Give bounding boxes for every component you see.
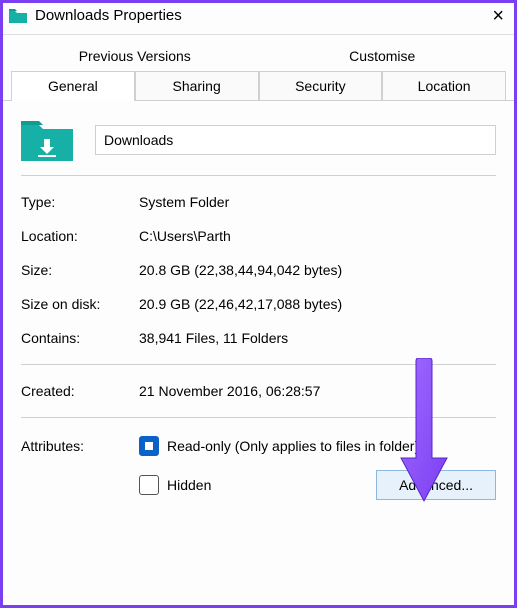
general-panel: Type: System Folder Location: C:\Users\P… bbox=[3, 100, 514, 500]
titlebar: Downloads Properties × bbox=[3, 3, 514, 35]
tab-location[interactable]: Location bbox=[382, 71, 506, 101]
properties-window: Downloads Properties × Previous Versions… bbox=[0, 0, 517, 608]
hidden-label: Hidden bbox=[167, 477, 211, 493]
close-icon[interactable]: × bbox=[488, 8, 508, 24]
contains-value: 38,941 Files, 11 Folders bbox=[139, 330, 496, 346]
type-value: System Folder bbox=[139, 194, 496, 210]
separator bbox=[21, 175, 496, 176]
attributes-label: Attributes: bbox=[21, 438, 139, 454]
created-label: Created: bbox=[21, 383, 139, 399]
size-on-disk-value: 20.9 GB (22,46,42,17,088 bytes) bbox=[139, 296, 496, 312]
tab-sharing[interactable]: Sharing bbox=[135, 71, 259, 101]
tab-security[interactable]: Security bbox=[259, 71, 383, 101]
separator bbox=[21, 417, 496, 418]
location-label: Location: bbox=[21, 228, 139, 244]
window-title: Downloads Properties bbox=[35, 7, 182, 24]
location-value: C:\Users\Parth bbox=[139, 228, 496, 244]
downloads-folder-icon bbox=[21, 119, 73, 161]
tab-general[interactable]: General bbox=[11, 71, 135, 101]
readonly-checkbox[interactable] bbox=[139, 436, 159, 456]
advanced-button[interactable]: Advanced... bbox=[376, 470, 496, 500]
separator bbox=[21, 364, 496, 365]
hidden-checkbox[interactable] bbox=[139, 475, 159, 495]
tabs: Previous Versions Customise General Shar… bbox=[3, 35, 514, 101]
folder-name-input[interactable] bbox=[95, 125, 496, 155]
size-label: Size: bbox=[21, 262, 139, 278]
contains-label: Contains: bbox=[21, 330, 139, 346]
size-value: 20.8 GB (22,38,44,94,042 bytes) bbox=[139, 262, 496, 278]
type-label: Type: bbox=[21, 194, 139, 210]
tab-previous-versions[interactable]: Previous Versions bbox=[11, 41, 259, 71]
created-value: 21 November 2016, 06:28:57 bbox=[139, 383, 496, 399]
folder-icon bbox=[9, 9, 27, 23]
readonly-label: Read-only (Only applies to files in fold… bbox=[167, 438, 419, 454]
size-on-disk-label: Size on disk: bbox=[21, 296, 139, 312]
tab-customise[interactable]: Customise bbox=[259, 41, 507, 71]
